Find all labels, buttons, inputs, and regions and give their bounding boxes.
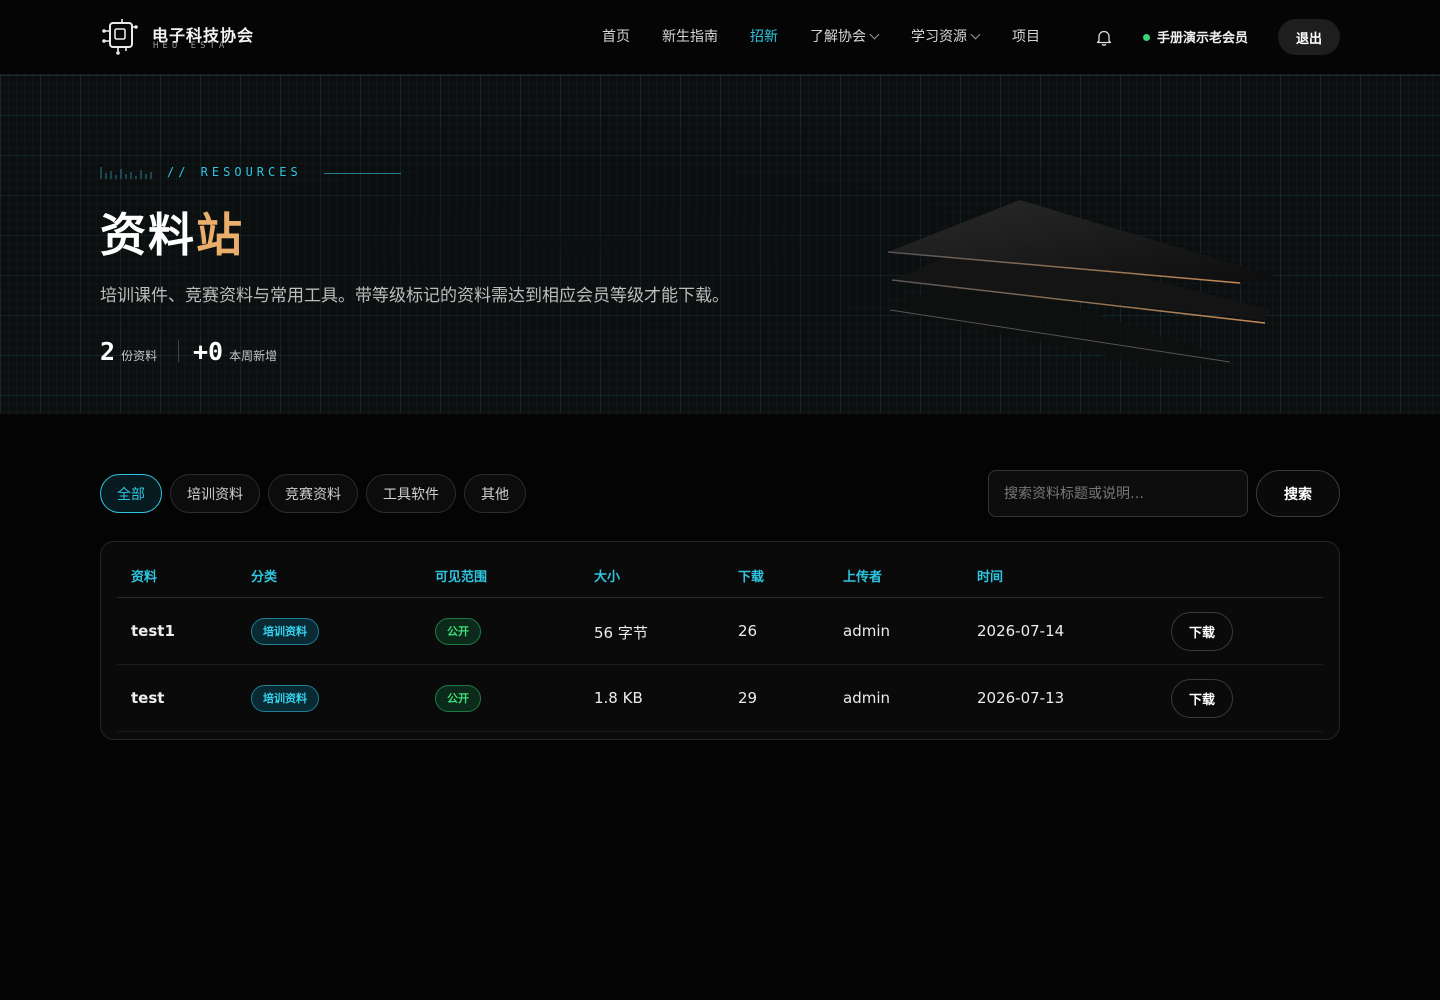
download-button[interactable]: 下载 xyxy=(1171,679,1233,718)
section-eyebrow: // RESOURCES xyxy=(100,165,410,181)
chevron-down-icon xyxy=(869,29,880,40)
stat-label: 份资料 xyxy=(121,349,158,363)
page-title-accent: 站 xyxy=(196,208,244,262)
resources-table: 资料 分类 可见范围 大小 下载 上传者 时间 test1 培训资料 公开 56… xyxy=(100,541,1340,740)
logout-button[interactable]: 退出 xyxy=(1278,19,1340,55)
stacked-plates-illustration xyxy=(887,200,1280,370)
nav-learning-dropdown[interactable]: 学习资源 xyxy=(911,26,981,48)
category-badge: 培训资料 xyxy=(251,685,319,712)
filter-chip-tools[interactable]: 工具软件 xyxy=(366,474,456,513)
nav-learning-label: 学习资源 xyxy=(911,29,967,45)
resource-name[interactable]: test xyxy=(131,689,164,707)
table-row: test 培训资料 公开 1.8 KB 29 admin 2026-07-13 … xyxy=(117,665,1323,732)
download-count: 29 xyxy=(738,689,758,707)
nav-about-label: 了解协会 xyxy=(810,29,866,45)
column-header-category: 分类 xyxy=(251,570,278,585)
stat-divider xyxy=(178,340,179,362)
online-status-icon xyxy=(1143,34,1150,41)
download-button[interactable]: 下载 xyxy=(1171,612,1233,651)
eyebrow-label: // RESOURCES xyxy=(167,165,302,179)
stat-value: 2 xyxy=(100,337,116,366)
page-title: 资料站 xyxy=(100,208,244,262)
upload-date: 2026-07-13 xyxy=(977,689,1065,707)
user-menu[interactable]: 手册演示老会员 xyxy=(1143,27,1248,47)
site-logo[interactable]: 电子科技协会 HEU ESTA xyxy=(102,17,272,57)
stat-new-this-week: +0 本周新增 xyxy=(193,337,277,367)
nav-home[interactable]: 首页 xyxy=(602,26,630,48)
column-header-uploader: 上传者 xyxy=(843,570,883,585)
table-row: test1 培训资料 公开 56 字节 26 admin 2026-07-14 … xyxy=(117,598,1323,665)
filter-chip-training[interactable]: 培训资料 xyxy=(170,474,260,513)
filter-chip-all[interactable]: 全部 xyxy=(100,474,162,513)
file-size: 56 字节 xyxy=(594,624,648,642)
nav-recruitment[interactable]: 招新 xyxy=(750,26,778,48)
nav-projects[interactable]: 项目 xyxy=(1012,26,1040,48)
resource-name[interactable]: test1 xyxy=(131,622,175,640)
logo-subtitle: HEU ESTA xyxy=(153,41,229,51)
visibility-badge: 公开 xyxy=(435,685,481,712)
filter-chip-competition[interactable]: 竞赛资料 xyxy=(268,474,358,513)
file-size: 1.8 KB xyxy=(594,689,643,707)
search-button[interactable]: 搜索 xyxy=(1256,470,1340,517)
column-header-time: 时间 xyxy=(977,570,1004,585)
bell-icon[interactable] xyxy=(1096,29,1112,46)
top-navigation-bar: 电子科技协会 HEU ESTA 首页 新生指南 招新 了解协会 学习资源 项目 … xyxy=(0,0,1440,75)
column-header-size: 大小 xyxy=(594,570,621,585)
download-count: 26 xyxy=(738,622,758,640)
search-input[interactable] xyxy=(988,470,1248,517)
column-header-visibility: 可见范围 xyxy=(435,570,488,585)
visibility-badge: 公开 xyxy=(435,618,481,645)
stat-total-resources: 2 份资料 xyxy=(100,337,157,367)
uploader-name: admin xyxy=(843,689,890,707)
upload-date: 2026-07-14 xyxy=(977,622,1065,640)
user-name: 手册演示老会员 xyxy=(1157,31,1249,46)
nav-about-dropdown[interactable]: 了解协会 xyxy=(810,26,880,48)
nav-newcomer-guide[interactable]: 新生指南 xyxy=(662,26,718,48)
stat-label: 本周新增 xyxy=(229,349,278,363)
stat-value: +0 xyxy=(193,337,224,366)
page-subtitle: 培训课件、竞赛资料与常用工具。带等级标记的资料需达到相应会员等级才能下载。 xyxy=(100,286,729,306)
column-header-resource: 资料 xyxy=(131,570,158,585)
chevron-down-icon xyxy=(970,29,981,40)
circuit-logo-icon xyxy=(102,19,138,55)
column-header-downloads: 下载 xyxy=(738,570,765,585)
category-badge: 培训资料 xyxy=(251,618,319,645)
signal-ticks-icon xyxy=(100,167,152,179)
uploader-name: admin xyxy=(843,622,890,640)
hero-banner: // RESOURCES 资料站 培训课件、竞赛资料与常用工具。带等级标记的资料… xyxy=(0,75,1440,414)
filter-chip-other[interactable]: 其他 xyxy=(464,474,526,513)
